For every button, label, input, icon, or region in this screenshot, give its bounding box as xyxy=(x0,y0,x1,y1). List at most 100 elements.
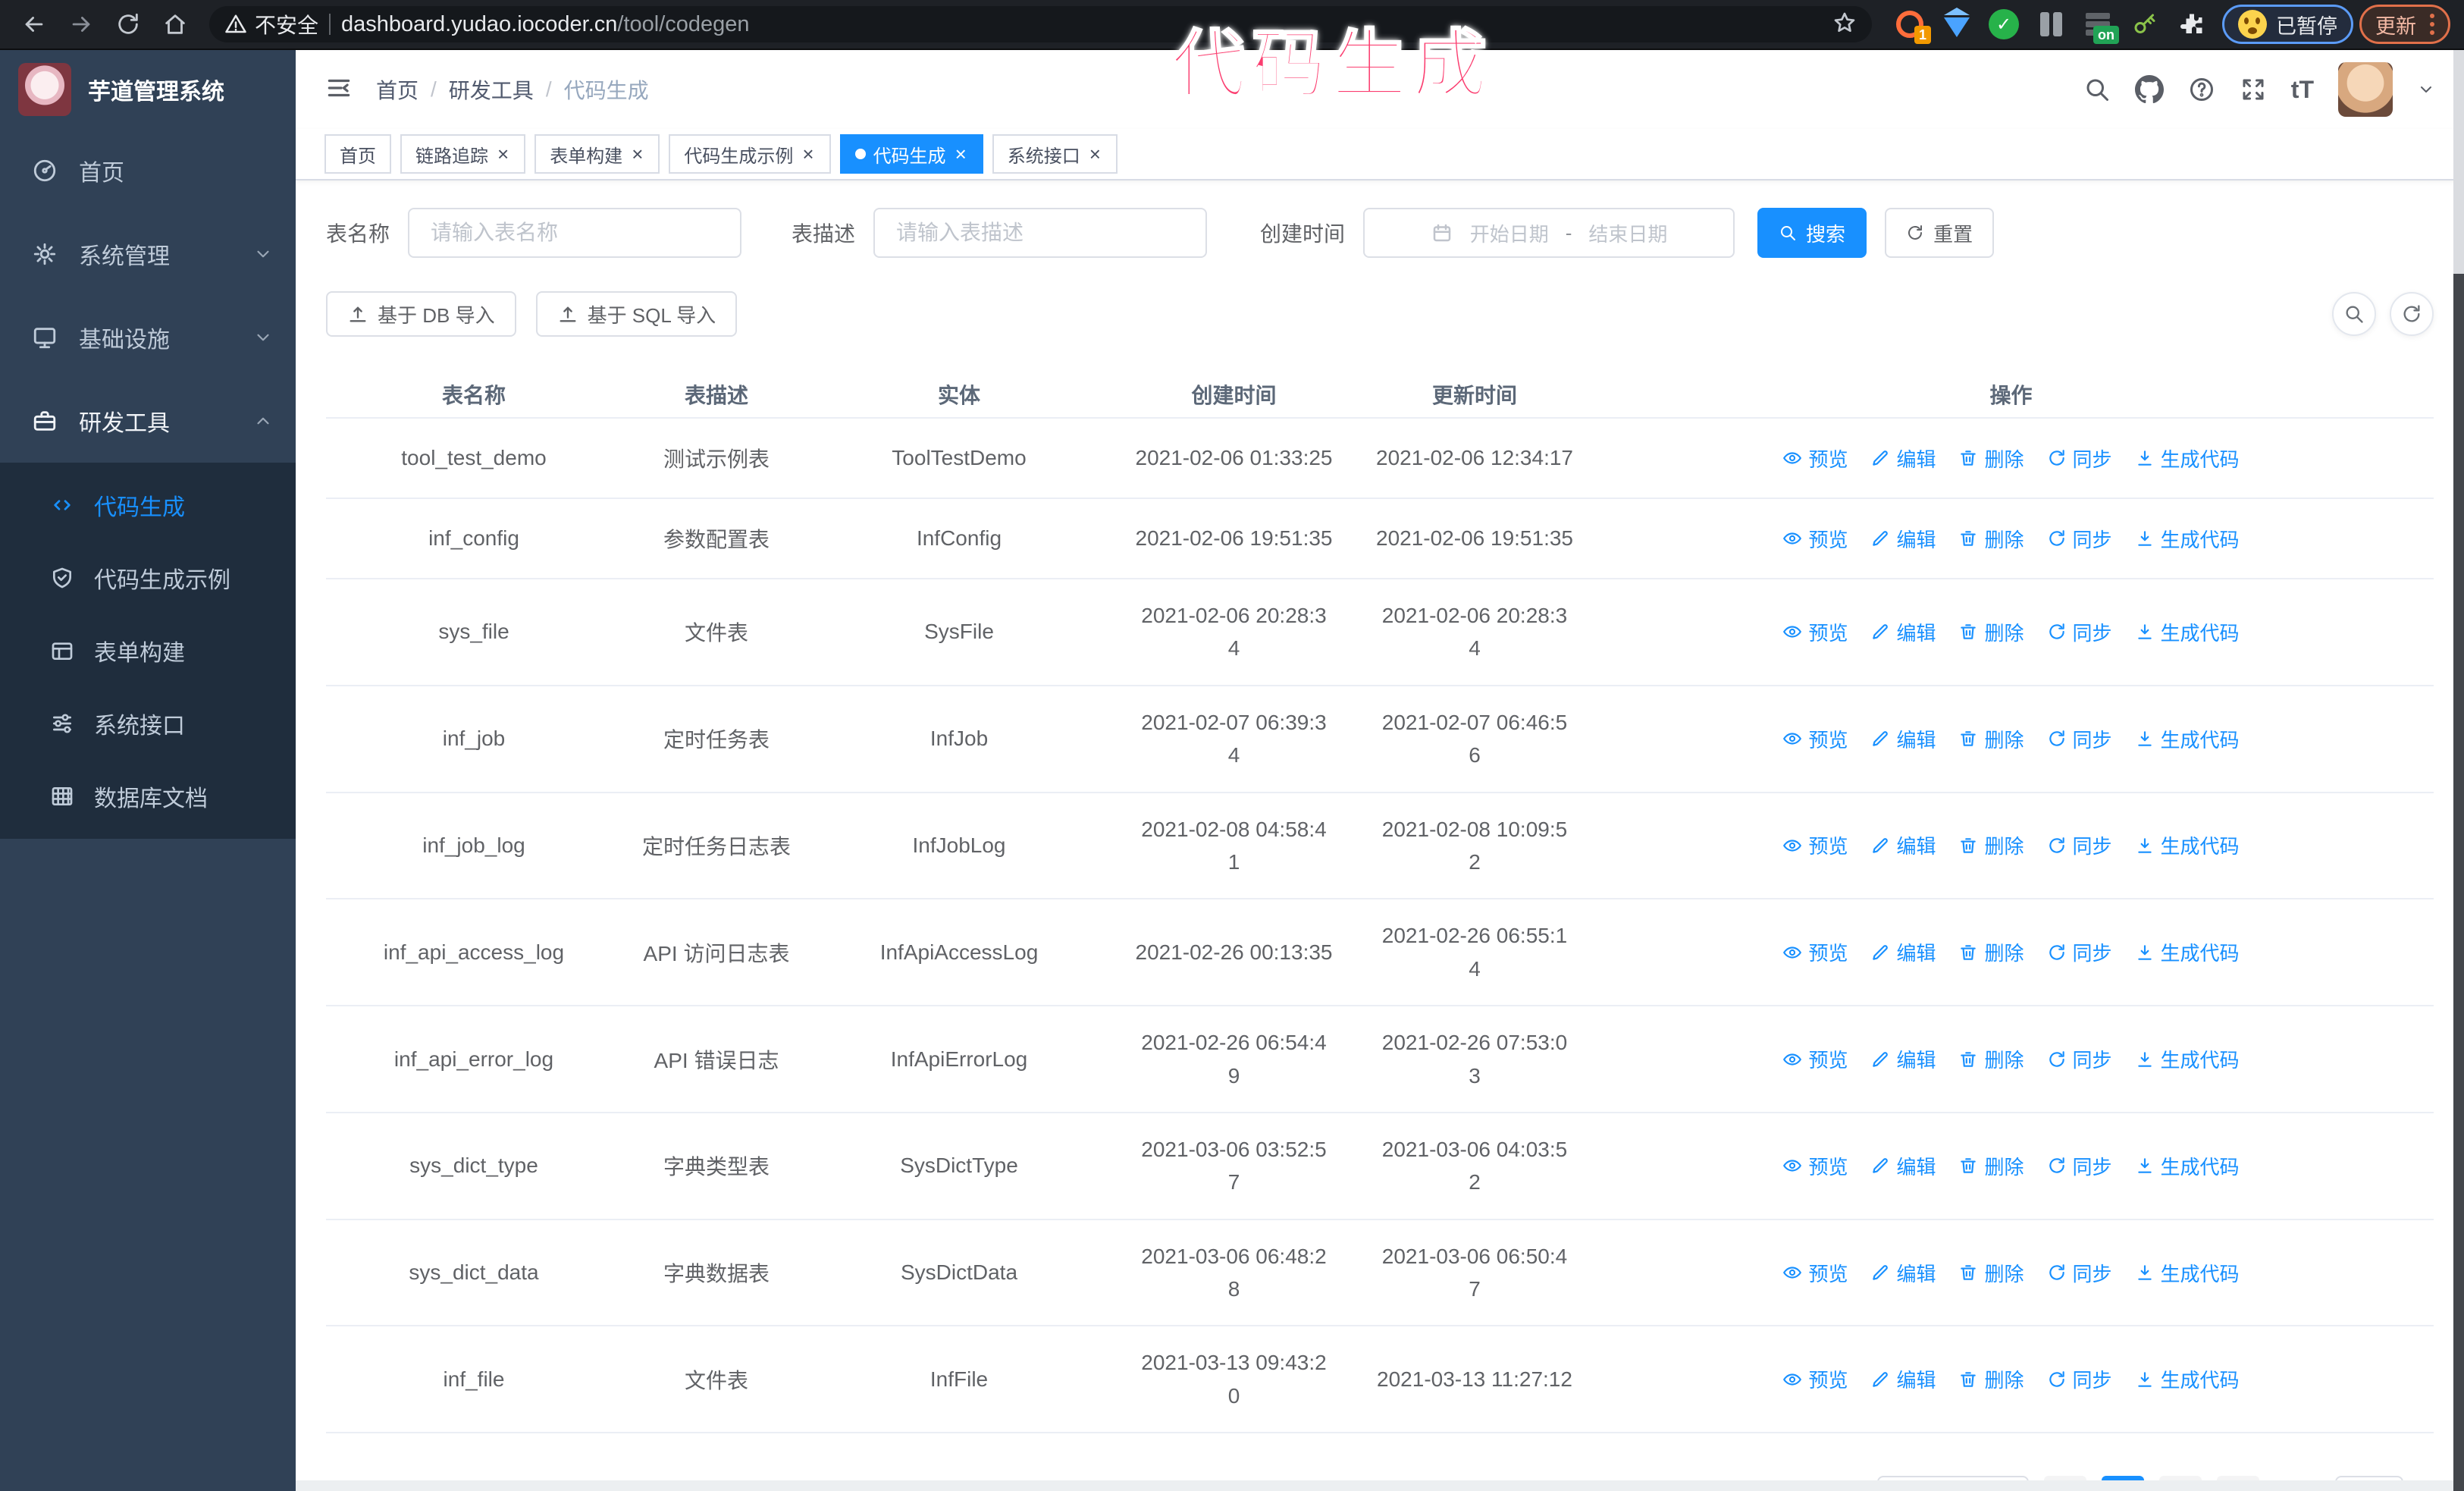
delete-link[interactable]: 删除 xyxy=(1958,1365,2024,1393)
edit-link[interactable]: 编辑 xyxy=(1870,938,1936,966)
sidebar-item-infrastructure[interactable]: 基础设施 xyxy=(0,296,296,379)
sync-link[interactable]: 同步 xyxy=(2047,1152,2112,1180)
edit-link[interactable]: 编辑 xyxy=(1870,525,1936,553)
preview-link[interactable]: 预览 xyxy=(1782,525,1848,553)
close-tab-icon[interactable]: × xyxy=(954,144,968,164)
fullscreen-button[interactable] xyxy=(2240,76,2267,103)
import-sql-button[interactable]: 基于 SQL 导入 xyxy=(535,291,738,337)
close-tab-icon[interactable]: × xyxy=(630,144,644,164)
table-row[interactable]: inf_job_log 定时任务日志表 InfJobLog 2021-02-08… xyxy=(326,793,2434,900)
edit-link[interactable]: 编辑 xyxy=(1870,444,1936,472)
sync-link[interactable]: 同步 xyxy=(2047,831,2112,859)
table-row[interactable]: tool_test_demo 测试示例表 ToolTestDemo 2021-0… xyxy=(326,419,2434,499)
table-row[interactable]: inf_config 参数配置表 InfConfig 2021-02-06 19… xyxy=(326,499,2434,579)
preview-link[interactable]: 预览 xyxy=(1782,1152,1848,1180)
profile-sync-chip[interactable]: 已暂停 xyxy=(2222,5,2353,44)
browser-home-button[interactable] xyxy=(155,4,196,45)
delete-link[interactable]: 删除 xyxy=(1958,525,2024,553)
generate-code-link[interactable]: 生成代码 xyxy=(2135,1365,2240,1393)
close-tab-icon[interactable]: × xyxy=(801,144,815,164)
table-row[interactable]: inf_file 文件表 InfFile 2021-03-13 09:43:2 … xyxy=(326,1326,2434,1434)
extension-icon[interactable] xyxy=(2036,9,2066,39)
preview-link[interactable]: 预览 xyxy=(1782,1045,1848,1073)
app-logo-row[interactable]: 芋道管理系统 xyxy=(0,50,296,129)
date-range-picker[interactable]: 开始日期 - 结束日期 xyxy=(1363,208,1735,258)
close-tab-icon[interactable]: × xyxy=(1088,144,1102,164)
sync-link[interactable]: 同步 xyxy=(2047,938,2112,966)
generate-code-link[interactable]: 生成代码 xyxy=(2135,525,2240,553)
breadcrumb-home[interactable]: 首页 xyxy=(376,74,419,105)
delete-link[interactable]: 删除 xyxy=(1958,725,2024,753)
preview-link[interactable]: 预览 xyxy=(1782,444,1848,472)
preview-link[interactable]: 预览 xyxy=(1782,938,1848,966)
vertical-scrollbar[interactable] xyxy=(2453,50,2464,1491)
sync-link[interactable]: 同步 xyxy=(2047,525,2112,553)
browser-menu-icon[interactable] xyxy=(2430,14,2434,35)
delete-link[interactable]: 删除 xyxy=(1958,831,2024,859)
generate-code-link[interactable]: 生成代码 xyxy=(2135,1152,2240,1180)
table-row[interactable]: sys_dict_type 字典类型表 SysDictType 2021-03-… xyxy=(326,1113,2434,1220)
edit-link[interactable]: 编辑 xyxy=(1870,725,1936,753)
sidebar-item-code-generation[interactable]: 代码生成 xyxy=(0,469,296,541)
reset-button[interactable]: 重置 xyxy=(1885,208,1995,258)
preview-link[interactable]: 预览 xyxy=(1782,831,1848,859)
tab[interactable]: 表单构建 × xyxy=(534,134,660,174)
tab[interactable]: 系统接口 × xyxy=(992,134,1118,174)
table-row[interactable]: sys_file 文件表 SysFile 2021-02-06 20:28:3 … xyxy=(326,579,2434,686)
collapse-sidebar-button[interactable] xyxy=(324,74,353,106)
sidebar-item-code-generation-example[interactable]: 代码生成示例 xyxy=(0,541,296,614)
toggle-search-button[interactable] xyxy=(2332,292,2376,336)
generate-code-link[interactable]: 生成代码 xyxy=(2135,938,2240,966)
edit-link[interactable]: 编辑 xyxy=(1870,831,1936,859)
help-doc-button[interactable] xyxy=(2188,76,2215,103)
preview-link[interactable]: 预览 xyxy=(1782,1365,1848,1393)
extension-icon[interactable]: 1 xyxy=(1895,9,1931,44)
sync-link[interactable]: 同步 xyxy=(2047,444,2112,472)
table-row[interactable]: inf_api_error_log API 错误日志 InfApiErrorLo… xyxy=(326,1006,2434,1113)
sync-link[interactable]: 同步 xyxy=(2047,1365,2112,1393)
generate-code-link[interactable]: 生成代码 xyxy=(2135,618,2240,646)
font-size-button[interactable]: tT xyxy=(2291,76,2314,104)
extensions-menu-button[interactable] xyxy=(2177,9,2207,39)
edit-link[interactable]: 编辑 xyxy=(1870,1152,1936,1180)
delete-link[interactable]: 删除 xyxy=(1958,1152,2024,1180)
preview-link[interactable]: 预览 xyxy=(1782,725,1848,753)
breadcrumb-dev-tools[interactable]: 研发工具 xyxy=(449,74,534,105)
tab[interactable]: 代码生成 × xyxy=(839,134,983,174)
edit-link[interactable]: 编辑 xyxy=(1870,1045,1936,1073)
sidebar-item-system-api[interactable]: 系统接口 xyxy=(0,687,296,760)
table-name-input[interactable] xyxy=(408,208,742,258)
extension-icon[interactable]: ✓ xyxy=(1989,9,2019,39)
preview-link[interactable]: 预览 xyxy=(1782,618,1848,646)
generate-code-link[interactable]: 生成代码 xyxy=(2135,1045,2240,1073)
delete-link[interactable]: 删除 xyxy=(1958,938,2024,966)
tab[interactable]: 代码生成示例 × xyxy=(669,134,831,174)
delete-link[interactable]: 删除 xyxy=(1958,444,2024,472)
extension-icon[interactable] xyxy=(2130,9,2160,39)
user-avatar[interactable] xyxy=(2338,62,2393,117)
table-row[interactable]: inf_api_access_log API 访问日志表 InfApiAcces… xyxy=(326,899,2434,1007)
extension-icon[interactable]: on xyxy=(2083,9,2119,44)
sidebar-item-database-doc[interactable]: 数据库文档 xyxy=(0,760,296,833)
generate-code-link[interactable]: 生成代码 xyxy=(2135,444,2240,472)
close-tab-icon[interactable]: × xyxy=(496,144,510,164)
generate-code-link[interactable]: 生成代码 xyxy=(2135,1259,2240,1287)
sync-link[interactable]: 同步 xyxy=(2047,618,2112,646)
edit-link[interactable]: 编辑 xyxy=(1870,1259,1936,1287)
preview-link[interactable]: 预览 xyxy=(1782,1259,1848,1287)
edit-link[interactable]: 编辑 xyxy=(1870,1365,1936,1393)
scrollbar-thumb[interactable] xyxy=(2453,50,2464,274)
generate-code-link[interactable]: 生成代码 xyxy=(2135,725,2240,753)
site-security-chip[interactable]: 不安全 xyxy=(224,9,318,39)
browser-update-button[interactable]: 更新 xyxy=(2359,5,2450,44)
delete-link[interactable]: 删除 xyxy=(1958,1259,2024,1287)
table-row[interactable]: sys_dict_data 字典数据表 SysDictData 2021-03-… xyxy=(326,1220,2434,1327)
sidebar-item-form-builder[interactable]: 表单构建 xyxy=(0,614,296,687)
address-bar[interactable]: 不安全 dashboard.yudao.iocoder.cn/tool/code… xyxy=(209,6,1872,42)
horizontal-scrollbar[interactable] xyxy=(296,1480,2453,1491)
table-row[interactable]: inf_job 定时任务表 InfJob 2021-02-07 06:39:3 … xyxy=(326,686,2434,793)
edit-link[interactable]: 编辑 xyxy=(1870,618,1936,646)
github-link[interactable] xyxy=(2134,75,2164,104)
sync-link[interactable]: 同步 xyxy=(2047,1259,2112,1287)
refresh-table-button[interactable] xyxy=(2390,292,2434,336)
